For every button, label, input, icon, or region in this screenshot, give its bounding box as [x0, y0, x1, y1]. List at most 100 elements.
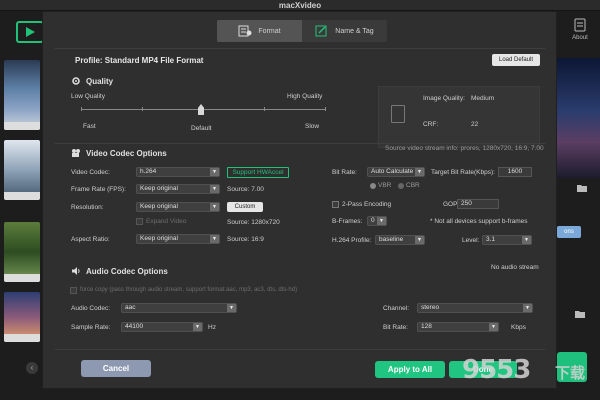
- frame-rate-select[interactable]: Keep original ▼: [136, 184, 220, 194]
- bit-rate-select[interactable]: Auto Calculate ▼: [367, 167, 425, 177]
- bit-rate-value: Auto Calculate: [371, 168, 414, 175]
- video-thumbnail[interactable]: [4, 60, 40, 130]
- hwaccel-button[interactable]: Support HWAccel: [227, 167, 289, 178]
- chevron-down-icon: ▼: [523, 304, 532, 312]
- channel-label: Channel:: [383, 305, 410, 312]
- two-pass-checkbox[interactable]: [332, 201, 339, 208]
- h264-profile-value: baseline: [379, 236, 404, 243]
- scroll-left-icon[interactable]: ‹: [26, 362, 38, 374]
- custom-button[interactable]: Custom: [227, 202, 263, 212]
- about-label: About: [572, 35, 588, 41]
- name-tag-icon: [315, 25, 327, 37]
- window-title: macXvideo: [278, 1, 322, 10]
- chevron-down-icon: ▼: [210, 235, 219, 243]
- gear-icon: [72, 77, 80, 85]
- expand-video-checkbox[interactable]: [136, 218, 143, 225]
- watermark-logo: 9553: [462, 355, 531, 385]
- audio-bit-rate-label: Bit Rate:: [383, 324, 408, 331]
- target-bitrate-input[interactable]: 1600: [498, 167, 532, 177]
- b-frames-select[interactable]: 0 ▼: [367, 216, 387, 226]
- quality-slider-handle[interactable]: [198, 104, 204, 115]
- video-codec-label: Video Codec:: [71, 169, 110, 176]
- crf-value: 22: [471, 121, 479, 128]
- quality-info-panel: Image Quality: Medium CRF: 22: [378, 86, 540, 148]
- watermark-text: 下载: [555, 365, 586, 382]
- options-button[interactable]: ons: [557, 226, 581, 238]
- vbr-label: VBR: [378, 182, 392, 189]
- tab-bar: Format Name & Tag: [217, 20, 387, 42]
- video-thumbnail[interactable]: [4, 140, 40, 200]
- force-copy-checkbox[interactable]: [70, 287, 77, 294]
- quality-title: Quality: [86, 76, 114, 86]
- expand-video-label: Expand Video: [146, 218, 187, 225]
- video-thumbnail[interactable]: [4, 222, 40, 282]
- audio-codec-select[interactable]: aac ▼: [121, 303, 237, 313]
- frame-rate-label: Frame Rate (FPS):: [71, 186, 126, 193]
- film-icon: [72, 149, 80, 157]
- aspect-ratio-value: Keep original: [140, 235, 178, 242]
- cbr-radio[interactable]: [398, 183, 404, 189]
- vbr-radio[interactable]: [370, 183, 376, 189]
- chevron-down-icon: ▼: [210, 185, 219, 193]
- audio-bit-rate-unit: Kbps: [511, 324, 526, 331]
- sample-rate-select[interactable]: 44100 ▼: [121, 322, 203, 332]
- about-button[interactable]: About: [566, 18, 594, 41]
- level-value: 3.1: [486, 236, 496, 243]
- b-frames-label: B-Frames:: [332, 218, 363, 225]
- tab-name-tag[interactable]: Name & Tag: [302, 20, 387, 42]
- video-thumbnail[interactable]: [4, 292, 40, 342]
- video-preview: [557, 58, 600, 178]
- aspect-ratio-source: Source: 16:9: [227, 236, 264, 243]
- audio-bit-rate-select[interactable]: 128 ▼: [417, 322, 499, 332]
- tab-name-tag-label: Name & Tag: [335, 27, 374, 35]
- image-quality-label: Image Quality:: [423, 95, 465, 102]
- default-label: Default: [191, 125, 212, 132]
- frame-rate-source: Source: 7.00: [227, 186, 264, 193]
- audio-bit-rate-value: 128: [421, 323, 432, 330]
- folder-icon[interactable]: [577, 184, 587, 192]
- info-icon: [574, 18, 586, 32]
- h264-profile-label: H.264 Profile:: [332, 237, 372, 244]
- aspect-ratio-label: Aspect Ratio:: [71, 236, 110, 243]
- level-select[interactable]: 3.1 ▼: [482, 235, 532, 245]
- b-frames-value: 0: [371, 217, 375, 224]
- resolution-source: Source: 1280x720: [227, 219, 280, 226]
- channel-value: stereo: [421, 304, 440, 311]
- fast-label: Fast: [83, 123, 96, 130]
- tab-format[interactable]: Format: [217, 20, 302, 42]
- load-default-button[interactable]: Load Default: [492, 54, 540, 66]
- target-bitrate-label: Target Bit Rate(Kbps):: [431, 169, 495, 176]
- resolution-value: Keep original: [140, 203, 178, 210]
- folder-icon[interactable]: [575, 310, 585, 318]
- apply-to-all-button[interactable]: Apply to All: [375, 361, 445, 378]
- image-quality-value: Medium: [471, 95, 495, 102]
- force-copy-label: force copy (pass through audio stream, s…: [80, 287, 298, 293]
- channel-select[interactable]: stereo ▼: [417, 303, 533, 313]
- h264-profile-select[interactable]: baseline ▼: [375, 235, 425, 245]
- cbr-label: CBR: [406, 182, 420, 189]
- video-codec-select[interactable]: h.264 ▼: [136, 167, 220, 177]
- tab-format-label: Format: [258, 27, 281, 35]
- audio-codec-header: Audio Codec Options: [71, 266, 168, 276]
- no-audio-stream-label: No audio stream: [491, 264, 539, 271]
- profile-label: Profile: Standard MP4 File Format: [75, 56, 204, 65]
- sample-rate-value: 44100: [125, 323, 144, 330]
- gop-input[interactable]: 250: [457, 199, 499, 209]
- chevron-down-icon: ▼: [377, 217, 386, 225]
- audio-codec-value: aac: [125, 304, 136, 311]
- cancel-button[interactable]: Cancel: [81, 360, 151, 377]
- sample-rate-unit: Hz: [208, 324, 216, 331]
- bit-rate-label: Bit Rate:: [332, 169, 357, 176]
- document-icon: [391, 105, 405, 123]
- speaker-icon: [72, 267, 80, 275]
- high-quality-label: High Quality: [287, 93, 323, 100]
- level-label: Level:: [462, 237, 480, 244]
- settings-dialog: Format Name & Tag Profile: Standard MP4 …: [42, 11, 557, 389]
- chevron-down-icon: ▼: [522, 236, 531, 244]
- sample-rate-label: Sample Rate:: [71, 324, 111, 331]
- b-frames-note: * Not all devices support b-frames: [430, 218, 528, 225]
- slow-label: Slow: [305, 123, 320, 130]
- aspect-ratio-select[interactable]: Keep original ▼: [136, 234, 220, 244]
- title-bar: macXvideo: [0, 0, 600, 11]
- resolution-select[interactable]: Keep original ▼: [136, 202, 220, 212]
